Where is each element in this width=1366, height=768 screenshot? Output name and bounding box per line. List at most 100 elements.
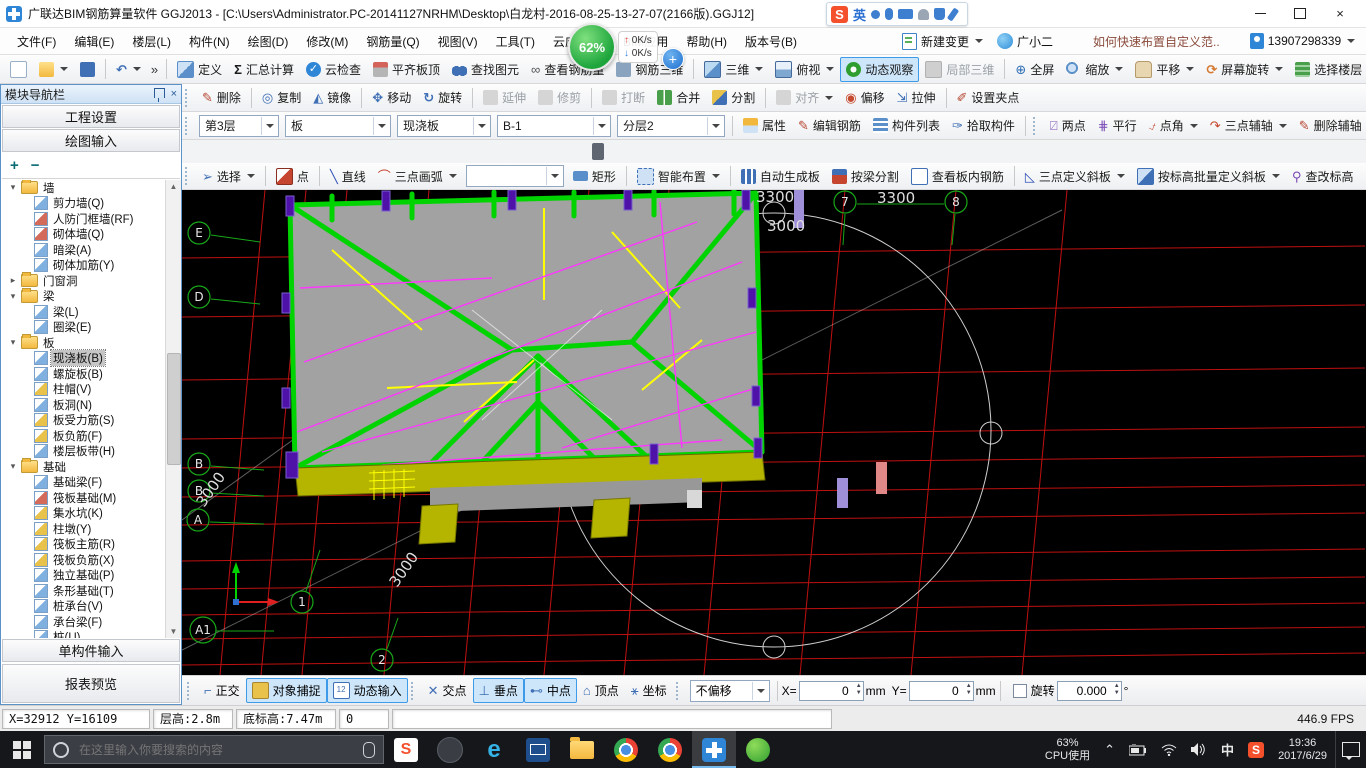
define-button[interactable]: 定义 <box>171 57 228 82</box>
category-select[interactable]: 板 <box>285 115 391 137</box>
three-point-arc-button[interactable]: ⌒三点画弧 <box>372 164 463 189</box>
wifi-icon[interactable] <box>1161 744 1177 756</box>
rectangle-tool-button[interactable]: 矩形 <box>567 164 622 189</box>
view-3d-button[interactable]: 三维 <box>698 57 769 82</box>
zoom-button[interactable]: 缩放 <box>1060 57 1129 82</box>
cad-view[interactable]: ED BB AA1 12 78 3300 3300 3000 3000 3000 <box>182 190 1366 675</box>
toolbar-grip[interactable] <box>185 167 191 185</box>
taskbar-app-dark[interactable] <box>428 731 472 768</box>
point-tool-button[interactable]: 点 <box>270 164 315 189</box>
tree-item-ring-beam[interactable]: 圈梁(E) <box>2 320 165 336</box>
taskbar-app-sogou[interactable]: S <box>384 731 428 768</box>
tree-item-slab-group[interactable]: ▾板 <box>2 335 165 351</box>
tree-item-raft-foundation[interactable]: 筏板基础(M) <box>2 490 165 506</box>
delete-aux-button[interactable]: ✎删除辅轴 <box>1293 113 1366 138</box>
tree-item-hidden-beam[interactable]: 暗梁(A) <box>2 242 165 258</box>
search-input[interactable] <box>77 742 331 758</box>
collapse-all-button[interactable]: − <box>31 157 40 174</box>
toolbar-grip[interactable] <box>676 682 682 700</box>
ime-pen-icon[interactable] <box>871 10 880 19</box>
x-offset-input[interactable] <box>799 681 864 701</box>
memory-percent-ball[interactable]: 62% <box>568 23 616 71</box>
x-offset-spinner[interactable]: ▲▼ <box>799 681 864 701</box>
single-component-input-button[interactable]: 单构件输入 <box>2 639 180 662</box>
tree-item-strip-foundation[interactable]: 条形基础(T) <box>2 583 165 599</box>
ime-toolbar[interactable]: S 英 <box>826 2 968 26</box>
tray-expand-icon[interactable]: ⌃ <box>1104 742 1115 758</box>
save-button[interactable] <box>74 58 101 81</box>
partial-3d-button[interactable]: 局部三维 <box>919 57 1000 82</box>
speaker-icon[interactable] <box>1191 743 1207 756</box>
ime-keyboard-icon[interactable] <box>898 9 913 19</box>
taskbar-app-ggj-active[interactable] <box>692 731 736 768</box>
combo-arrow[interactable] <box>373 117 388 135</box>
free-column[interactable] <box>837 478 848 508</box>
taskbar-app-glodon[interactable] <box>736 731 780 768</box>
account-button[interactable]: 13907298339 <box>1250 33 1355 49</box>
subtype-select[interactable]: 现浇板 <box>397 115 491 137</box>
tree-item-foundation-group[interactable]: ▾基础 <box>2 459 165 475</box>
menu-version[interactable]: 版本号(B) <box>736 29 806 54</box>
view-slab-rebar-button[interactable]: 查看板内钢筋 <box>905 164 1010 189</box>
wall-piece[interactable] <box>687 490 702 508</box>
rotate-input[interactable] <box>1057 681 1122 701</box>
trim-button[interactable]: 修剪 <box>532 85 587 110</box>
split-button[interactable]: 分割 <box>706 85 761 110</box>
align-slab-top-button[interactable]: 平齐板顶 <box>367 57 446 82</box>
three-point-aux-button[interactable]: ↷三点辅轴 <box>1204 113 1293 138</box>
cloud-check-button[interactable]: ✓云检查 <box>300 57 367 82</box>
line-tool-button[interactable]: ╲直线 <box>324 164 372 189</box>
free-column[interactable] <box>876 462 887 494</box>
taskbar-search[interactable] <box>44 735 384 764</box>
maximize-button[interactable] <box>1280 1 1320 27</box>
taskbar-app-mail[interactable] <box>516 731 560 768</box>
toolbar-grip[interactable] <box>1033 117 1039 135</box>
spinner-arrows[interactable]: ▲▼ <box>856 683 862 697</box>
y-offset-input[interactable] <box>909 681 974 701</box>
summary-calculate-button[interactable]: Σ汇总计算 <box>228 57 300 82</box>
tip-link[interactable]: 如何快速布置自定义范.. <box>1093 33 1220 50</box>
spinner-arrows[interactable]: ▲▼ <box>1114 683 1120 697</box>
net-speed-ball[interactable]: 62% ↑ 0K/s ↓ 0K/s + <box>568 24 698 70</box>
component-select[interactable]: B-1 <box>497 115 611 137</box>
view-top-button[interactable]: 俯视 <box>769 57 840 82</box>
tree-item-floor-slab-band[interactable]: 楼层板带(H) <box>2 444 165 460</box>
battery-icon[interactable] <box>1129 744 1147 756</box>
tree-item-sump-pit[interactable]: 集水坑(K) <box>2 506 165 522</box>
delete-button[interactable]: ✎删除 <box>196 85 247 110</box>
close-button[interactable]: × <box>1320 1 1360 27</box>
mic-icon[interactable] <box>363 742 375 758</box>
sogou-tray-icon[interactable]: S <box>1248 742 1264 758</box>
split-by-beam-button[interactable]: 按梁分割 <box>826 164 905 189</box>
midpoint-snap-toggle[interactable]: ⊷中点 <box>524 678 577 703</box>
menu-draw[interactable]: 绘图(D) <box>239 29 298 54</box>
tree-item-pile[interactable]: 桩(U) <box>2 630 165 639</box>
drawing-canvas[interactable]: ED BB AA1 12 78 3300 3300 3000 3000 3000 <box>182 190 1366 675</box>
vertex-snap-toggle[interactable]: ⌂顶点 <box>577 678 625 703</box>
tree-item-beam[interactable]: 梁(L) <box>2 304 165 320</box>
properties-button[interactable]: 属性 <box>737 113 792 138</box>
toolbar-overflow[interactable]: » <box>151 62 158 77</box>
intersection-snap-toggle[interactable]: ✕交点 <box>422 678 473 703</box>
spinner-arrows[interactable]: ▲▼ <box>966 683 972 697</box>
ime-skin-icon[interactable] <box>934 8 945 20</box>
toolbar-grip[interactable] <box>185 117 191 135</box>
combo-arrow[interactable] <box>593 117 608 135</box>
move-button[interactable]: ✥移动 <box>366 85 417 110</box>
tree-item-slab-negative-rebar[interactable]: 板负筋(F) <box>2 428 165 444</box>
ime-wrench-icon[interactable] <box>947 7 959 21</box>
wall-stub[interactable] <box>419 504 458 544</box>
tree-item-foundation-beam[interactable]: 基础梁(F) <box>2 475 165 491</box>
menu-rebar-qty[interactable]: 钢筋量(Q) <box>357 29 428 54</box>
accelerate-plus-button[interactable]: + <box>662 48 684 70</box>
set-grips-button[interactable]: ✐设置夹点 <box>951 85 1026 110</box>
screen-rotate-button[interactable]: ⟳屏幕旋转 <box>1200 57 1289 82</box>
menu-edit[interactable]: 编辑(E) <box>65 29 123 54</box>
menu-tools[interactable]: 工具(T) <box>487 29 544 54</box>
taskbar-app-edge[interactable]: e <box>472 731 516 768</box>
wall-stub[interactable] <box>591 498 630 538</box>
menu-component[interactable]: 构件(N) <box>180 29 239 54</box>
scroll-thumb[interactable] <box>167 353 181 465</box>
pan-button[interactable]: 平移 <box>1129 57 1200 82</box>
offset-mode-select[interactable]: 不偏移 <box>690 680 770 702</box>
